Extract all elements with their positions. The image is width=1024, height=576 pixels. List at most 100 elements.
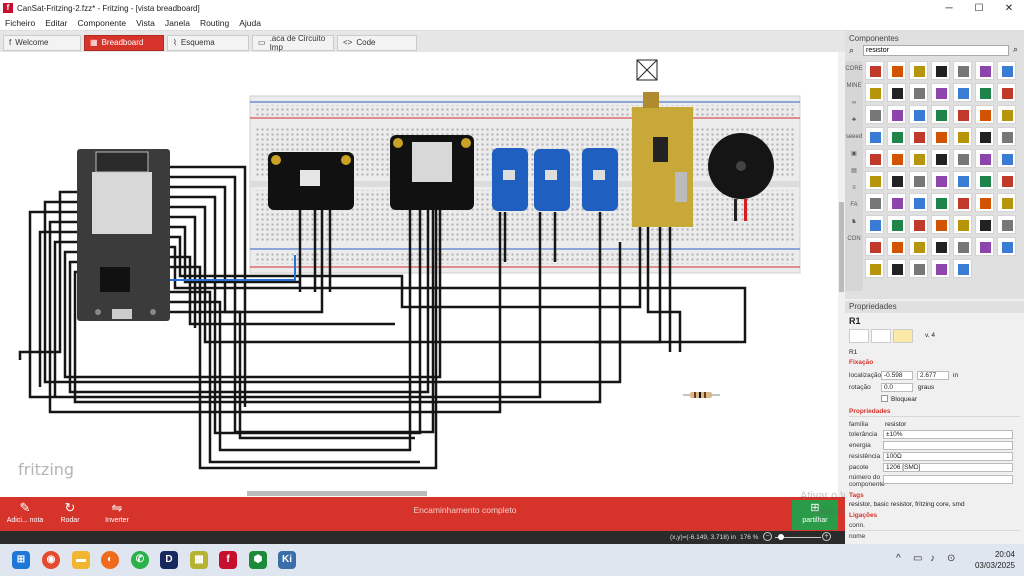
- part-thumbnail[interactable]: [997, 149, 1016, 168]
- part-thumbnail[interactable]: [953, 237, 972, 256]
- part-thumbnail[interactable]: [865, 193, 884, 212]
- power-select[interactable]: [883, 441, 1013, 450]
- bmp388-sensor[interactable]: [268, 152, 354, 210]
- bin-breakouts[interactable]: ▤: [845, 163, 863, 180]
- part-thumbnail[interactable]: [975, 237, 994, 256]
- location-x-field[interactable]: -0.598: [881, 371, 913, 380]
- part-thumbnail[interactable]: [909, 171, 928, 190]
- part-thumbnail[interactable]: [975, 105, 994, 124]
- part-number-field[interactable]: [883, 475, 1013, 484]
- bin-sparkfun[interactable]: ≡: [845, 180, 863, 197]
- bin-animal[interactable]: ♞: [845, 214, 863, 231]
- scroll-thumb[interactable]: [247, 491, 427, 496]
- part-thumbnail[interactable]: [953, 193, 972, 212]
- horizontal-scrollbar[interactable]: [0, 490, 838, 497]
- shield-app-icon[interactable]: ⬢: [249, 551, 267, 569]
- search-icon[interactable]: ⌕: [849, 45, 854, 56]
- search-go-icon[interactable]: ⌕: [1013, 44, 1018, 55]
- part-thumbnail[interactable]: [997, 237, 1016, 256]
- part-thumbnail[interactable]: [975, 61, 994, 80]
- part-thumbnail[interactable]: [931, 83, 950, 102]
- bin-contrib[interactable]: CON: [845, 231, 863, 248]
- part-thumbnail[interactable]: [931, 127, 950, 146]
- part-thumbnail[interactable]: [909, 215, 928, 234]
- part-thumbnail[interactable]: [887, 149, 906, 168]
- part-thumbnail[interactable]: [909, 127, 928, 146]
- part-thumbnail[interactable]: [953, 259, 972, 278]
- part-thumbnail[interactable]: [931, 61, 950, 80]
- zoom-in-icon[interactable]: +: [822, 532, 831, 541]
- part-thumbnail[interactable]: [909, 193, 928, 212]
- part-thumbnail[interactable]: [887, 215, 906, 234]
- resistor-r1[interactable]: [683, 392, 720, 398]
- file-explorer-icon[interactable]: ▬: [72, 551, 90, 569]
- rotation-field[interactable]: 0.0: [881, 383, 913, 392]
- close-icon[interactable]: ✕: [994, 3, 1024, 14]
- part-thumbnail[interactable]: [887, 61, 906, 80]
- part-thumbnail[interactable]: [953, 127, 972, 146]
- part-thumbnail[interactable]: [865, 127, 884, 146]
- part-thumbnail[interactable]: [887, 105, 906, 124]
- part-thumbnail[interactable]: [909, 237, 928, 256]
- location-y-field[interactable]: 2.677: [917, 371, 949, 380]
- bin-modules[interactable]: ▣: [845, 146, 863, 163]
- part-thumbnail[interactable]: [865, 149, 884, 168]
- part-thumbnail[interactable]: [931, 171, 950, 190]
- scroll-thumb[interactable]: [839, 202, 844, 292]
- part-thumbnail[interactable]: [887, 259, 906, 278]
- zoom-slider-knob[interactable]: [778, 534, 784, 540]
- menu-componente[interactable]: Componente: [72, 18, 131, 28]
- tab-breadboard[interactable]: ▦ Breadboard: [84, 34, 164, 51]
- part-thumbnail[interactable]: [865, 105, 884, 124]
- lock-checkbox[interactable]: [881, 395, 888, 402]
- bin-seeed[interactable]: seeed: [845, 129, 863, 146]
- part-thumbnail[interactable]: [887, 171, 906, 190]
- part-thumbnail[interactable]: [887, 237, 906, 256]
- part-thumbnail[interactable]: [909, 105, 928, 124]
- part-thumbnail[interactable]: [931, 237, 950, 256]
- part-thumbnail[interactable]: [997, 215, 1016, 234]
- part-thumbnail[interactable]: [997, 61, 1016, 80]
- rotate-button[interactable]: ↻ Rodar: [45, 499, 95, 524]
- bin-fritzing[interactable]: ♣: [845, 112, 863, 129]
- menu-ajuda[interactable]: Ajuda: [234, 18, 266, 28]
- part-thumbnail[interactable]: [931, 149, 950, 168]
- flip-button[interactable]: ⇋ Inverter: [92, 499, 142, 524]
- part-thumbnail[interactable]: [909, 61, 928, 80]
- tab-code[interactable]: <> Code: [337, 34, 417, 51]
- part-thumbnail[interactable]: [997, 105, 1016, 124]
- add-note-button[interactable]: ✎ Adici... nota: [0, 499, 50, 524]
- part-thumbnail[interactable]: [865, 215, 884, 234]
- volume-icon[interactable]: ♪: [930, 553, 935, 564]
- system-clock[interactable]: 20:04 03/03/2025: [965, 549, 1015, 571]
- part-thumbnail[interactable]: [975, 215, 994, 234]
- part-thumbnail[interactable]: [865, 83, 884, 102]
- part-thumbnail[interactable]: [909, 149, 928, 168]
- part-thumbnail[interactable]: [975, 171, 994, 190]
- whatsapp-icon[interactable]: ✆: [131, 551, 149, 569]
- part-thumbnail[interactable]: [931, 259, 950, 278]
- maximize-icon[interactable]: ☐: [964, 3, 994, 14]
- radio-module[interactable]: [632, 59, 693, 227]
- microsd-breakout[interactable]: [390, 135, 474, 210]
- parts-search-input[interactable]: [863, 45, 1009, 56]
- part-thumbnail[interactable]: [887, 127, 906, 146]
- resistance-select[interactable]: 100Ω: [883, 452, 1013, 461]
- zoom-out-icon[interactable]: −: [763, 532, 772, 541]
- firefox-icon[interactable]: ◐: [101, 551, 119, 569]
- part-thumbnail[interactable]: [887, 193, 906, 212]
- part-thumbnail[interactable]: [953, 61, 972, 80]
- part-thumbnail[interactable]: [997, 171, 1016, 190]
- part-thumbnail[interactable]: [975, 149, 994, 168]
- tab-welcome[interactable]: f Welcome: [3, 34, 81, 51]
- menu-routing[interactable]: Routing: [195, 18, 234, 28]
- blue-sensor-3[interactable]: [582, 148, 618, 211]
- bin-core[interactable]: CORE: [845, 61, 863, 78]
- part-thumbnail[interactable]: [931, 215, 950, 234]
- tab-pcb[interactable]: ▭ .aca de Circuito Imp: [252, 34, 334, 52]
- part-thumbnail[interactable]: [953, 215, 972, 234]
- part-thumbnail[interactable]: [953, 149, 972, 168]
- disney-plus-icon[interactable]: D: [160, 551, 178, 569]
- menu-editar[interactable]: Editar: [40, 18, 72, 28]
- package-select[interactable]: 1206 [SMD]: [883, 463, 1013, 472]
